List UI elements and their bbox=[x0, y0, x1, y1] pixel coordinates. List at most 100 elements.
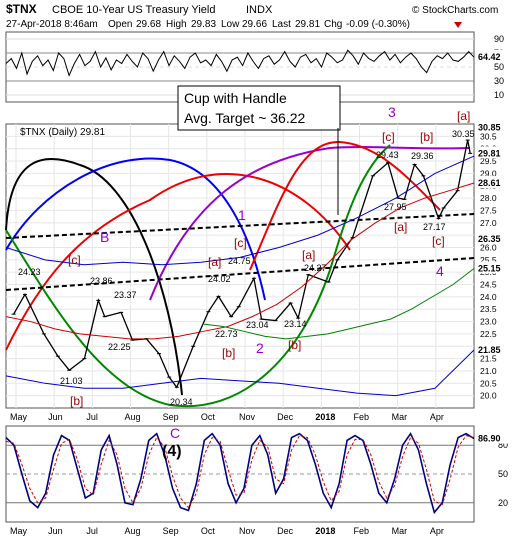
price-panel-title: $TNX (Daily) 29.81 bbox=[20, 127, 105, 138]
header-high-label: High bbox=[166, 19, 187, 30]
label-29-36: 29.36 bbox=[411, 151, 434, 161]
last-value-text: 26.35 bbox=[478, 234, 501, 244]
price-xtick-label: Dec bbox=[277, 412, 294, 422]
price-ytick-label: 30.5 bbox=[480, 131, 497, 141]
wave-b-4: [b] bbox=[420, 130, 433, 144]
wave-b-1: [b] bbox=[70, 394, 83, 408]
header-high: 29.83 bbox=[191, 19, 216, 30]
top-ytick-label: 90 bbox=[494, 34, 504, 44]
bottom-xtick-label: May bbox=[10, 526, 28, 536]
wave-1: 1 bbox=[238, 207, 246, 223]
price-xtick-label: 2018 bbox=[315, 412, 335, 422]
price-ytick-label: 20.0 bbox=[480, 391, 497, 401]
label-22-73: 22.73 bbox=[215, 329, 238, 339]
header-date: 27-Apr-2018 8:46am bbox=[6, 19, 98, 30]
label-27-95: 27.95 bbox=[384, 202, 407, 212]
bottom-xtick-label: Jun bbox=[48, 526, 63, 536]
bottom-xtick-label: Oct bbox=[201, 526, 216, 536]
header-last-label: Last bbox=[272, 19, 291, 30]
bottom-ytick-label: 50 bbox=[498, 469, 508, 479]
bottom-xtick-label: Feb bbox=[354, 526, 370, 536]
bottom-xtick-label: Dec bbox=[277, 526, 294, 536]
wave-C: C bbox=[170, 425, 180, 441]
price-ytick-label: 26.0 bbox=[480, 242, 497, 252]
header-open-label: Open bbox=[108, 19, 132, 30]
label-30-35: 30.35 bbox=[452, 129, 475, 139]
label-23-14: 23.14 bbox=[284, 319, 307, 329]
price-xtick-label: Feb bbox=[354, 412, 370, 422]
price-ytick-label: 20.5 bbox=[480, 378, 497, 388]
wave-a-2: [a] bbox=[302, 248, 315, 262]
chart: $TNX CBOE 10-Year US Treasury Yield INDX… bbox=[5, 2, 514, 536]
callout-title: Cup with Handle bbox=[184, 90, 287, 106]
header-open: 29.68 bbox=[136, 19, 161, 30]
price-ytick-label: 27.5 bbox=[480, 205, 497, 215]
price-ytick-label: 24.0 bbox=[480, 292, 497, 302]
price-xtick-label: Apr bbox=[430, 412, 444, 422]
last-value-text: 29.81 bbox=[478, 148, 501, 158]
top-ytick-label: 30 bbox=[494, 76, 504, 86]
callout-target: Avg. Target ~ 36.22 bbox=[184, 110, 306, 126]
label-24-23: 24.23 bbox=[18, 267, 41, 277]
price-ytick-label: 23.5 bbox=[480, 304, 497, 314]
bottom-xtick-label: Aug bbox=[125, 526, 141, 536]
last-value-text: 25.15 bbox=[478, 263, 501, 273]
label-27-17: 27.17 bbox=[423, 222, 446, 232]
price-xtick-label: May bbox=[10, 412, 28, 422]
header: $TNX CBOE 10-Year US Treasury Yield INDX… bbox=[6, 2, 498, 30]
wave-c-2: [c] bbox=[234, 236, 247, 250]
label-29-43: 29.43 bbox=[376, 150, 399, 160]
header-last: 29.81 bbox=[295, 19, 320, 30]
header-low-label: Low bbox=[221, 19, 240, 30]
bottom-x-axis: May Jun Jul Aug Sep Oct Nov Dec 2018 Feb Mar Apr bbox=[10, 526, 444, 536]
bottom-xtick-label: 2018 bbox=[315, 526, 335, 536]
last-value-text: 28.61 bbox=[478, 178, 501, 188]
label-24-02: 24.02 bbox=[208, 274, 231, 284]
price-xtick-label: Aug bbox=[125, 412, 141, 422]
wave-b-2: [b] bbox=[222, 346, 235, 360]
bottom-xtick-label: Nov bbox=[239, 526, 256, 536]
label-24-75: 24.75 bbox=[228, 256, 251, 266]
price-xtick-label: Sep bbox=[163, 412, 179, 422]
last-value-text: 64.42 bbox=[478, 52, 501, 62]
bottom-ytick-label: 20 bbox=[498, 498, 508, 508]
wave-b-3: [b] bbox=[288, 338, 301, 352]
header-name: CBOE 10-Year US Treasury Yield bbox=[52, 4, 215, 16]
header-chg-label: Chg bbox=[324, 19, 342, 30]
label-21-03: 21.03 bbox=[60, 376, 83, 386]
last-value-text: 86.90 bbox=[478, 434, 501, 444]
wave-a-1: [a] bbox=[208, 255, 221, 269]
wave-a-3: [a] bbox=[394, 220, 407, 234]
header-watermark: © StockCharts.com bbox=[412, 5, 498, 16]
price-ytick-label: 28.0 bbox=[480, 193, 497, 203]
price-ytick-label: 22.5 bbox=[480, 329, 497, 339]
label-20-34: 20.34 bbox=[170, 397, 193, 407]
label-24-27: 24.27 bbox=[304, 263, 327, 273]
wave-4: 4 bbox=[436, 263, 444, 279]
price-xtick-label: Oct bbox=[201, 412, 216, 422]
bottom-xtick-label: Mar bbox=[392, 526, 408, 536]
bottom-xtick-label: Sep bbox=[163, 526, 179, 536]
wave-3: 3 bbox=[388, 104, 396, 120]
last-value-text: 21.85 bbox=[478, 345, 501, 355]
price-ytick-label: 21.0 bbox=[480, 366, 497, 376]
price-xtick-label: Nov bbox=[239, 412, 256, 422]
wave-c-4: [c] bbox=[432, 234, 445, 248]
header-exchange: INDX bbox=[246, 4, 273, 16]
header-chg: -0.09 (-0.30%) bbox=[346, 19, 410, 30]
price-xtick-label: Mar bbox=[392, 412, 408, 422]
header-low: 29.66 bbox=[242, 19, 267, 30]
top-ytick-label: 10 bbox=[494, 90, 504, 100]
label-23-86: 23.86 bbox=[90, 276, 113, 286]
price-xtick-label: Jul bbox=[86, 412, 98, 422]
wave-c-1: [c] bbox=[68, 253, 81, 267]
header-symbol: $TNX bbox=[6, 2, 37, 16]
price-ytick-label: 27.0 bbox=[480, 218, 497, 228]
price-x-axis: May Jun Jul Aug Sep Oct Nov Dec 2018 Feb Mar Apr bbox=[10, 412, 444, 422]
price-ytick-label: 21.5 bbox=[480, 354, 497, 364]
wave-c-3: [c] bbox=[382, 130, 395, 144]
down-arrow-icon bbox=[454, 22, 462, 28]
last-value-text: 30.85 bbox=[478, 123, 501, 133]
bottom-xtick-label: Jul bbox=[86, 526, 98, 536]
label-23-37: 23.37 bbox=[114, 290, 137, 300]
